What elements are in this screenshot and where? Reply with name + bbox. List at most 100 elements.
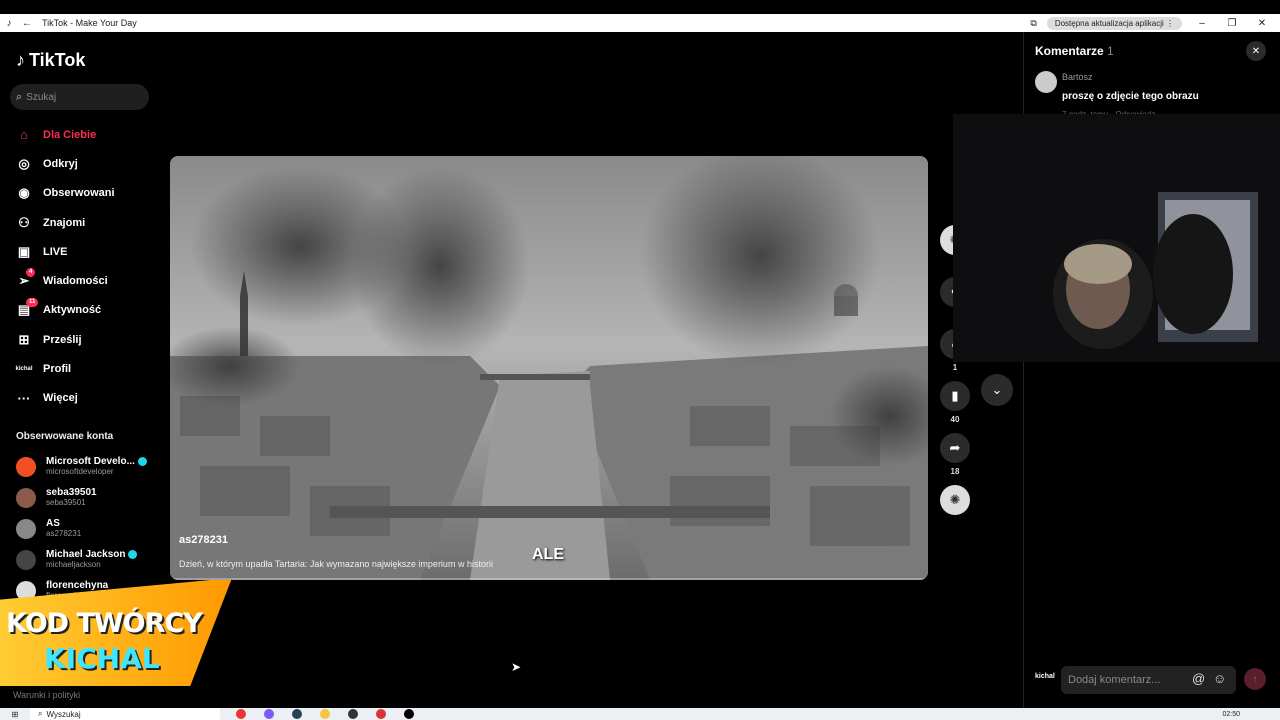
nav-item-2[interactable]: ◉ Obserwowani xyxy=(14,179,154,208)
comment-input[interactable] xyxy=(1061,666,1236,694)
creator-code-line1: KOD TWÓRCY xyxy=(6,608,203,639)
followed-account[interactable]: Michael Jackson michaeljackson xyxy=(16,544,156,575)
taskbar-search[interactable]: ⌕ Wyszukaj xyxy=(30,708,220,720)
followed-account[interactable]: seba39501 seba39501 xyxy=(16,483,156,514)
comments-title: Komentarze 1 xyxy=(1035,44,1114,58)
live-icon: ▣ xyxy=(17,243,31,259)
tiktok-taskbar-icon[interactable] xyxy=(404,709,414,719)
video-progress-bar[interactable] xyxy=(170,578,928,580)
comment-count: 1 xyxy=(952,363,958,372)
verified-badge-icon xyxy=(128,549,138,559)
account-names: Michael Jackson michaeljackson xyxy=(46,549,138,570)
close-comments-button[interactable]: ✕ xyxy=(1246,41,1266,61)
comments-count: 1 xyxy=(1107,44,1114,58)
menu-dots-icon: ⋮ xyxy=(1166,18,1174,28)
close-icon: ✕ xyxy=(1251,45,1261,57)
nav-item-8[interactable]: kichal Profil xyxy=(14,354,154,383)
nav-item-9[interactable]: ··· Więcej xyxy=(14,384,154,413)
nav-item-7[interactable]: ⊞ Prześlij xyxy=(14,325,154,354)
account-display-name: seba39501 xyxy=(46,488,97,498)
followed-account[interactable]: Microsoft Develo... microsoftdeveloper xyxy=(16,452,156,483)
discord-app-icon[interactable] xyxy=(264,709,274,719)
account-display-name-text: AS xyxy=(46,517,60,529)
terms-link[interactable]: Warunki i polityki xyxy=(13,690,80,700)
nav-item-label: Wiadomości xyxy=(43,275,108,288)
account-display-name: Microsoft Develo... xyxy=(46,457,147,467)
video-author[interactable]: as278231 xyxy=(179,534,228,546)
verified-badge-icon xyxy=(137,457,147,467)
account-display-name: Michael Jackson xyxy=(46,549,138,560)
nav-item-label: Aktywność xyxy=(43,304,102,317)
nav-item-1[interactable]: ◎ Odkryj xyxy=(14,149,154,178)
account-handle: microsoftdeveloper xyxy=(46,467,114,477)
nav-item-4[interactable]: ▣ LIVE xyxy=(14,237,154,266)
close-window-button[interactable]: ✕ xyxy=(1252,18,1272,29)
restore-button[interactable]: ❐ xyxy=(1222,18,1242,29)
video-player[interactable]: as278231 Dzień, w którym upadła Tartaria… xyxy=(170,156,928,580)
nav-item-label: LIVE xyxy=(43,245,68,258)
avatar xyxy=(16,518,36,539)
comment-author[interactable]: Bartosz xyxy=(1062,72,1093,82)
chrome-app-icon[interactable] xyxy=(236,709,246,719)
nav-item-label: Więcej xyxy=(43,392,78,405)
extensions-icon[interactable]: ⧉ xyxy=(1030,18,1036,29)
account-display-name-text: seba39501 xyxy=(46,487,97,499)
send-comment-button[interactable]: ↑ xyxy=(1244,668,1266,690)
app-icon[interactable] xyxy=(376,709,386,719)
account-handle: as278231 xyxy=(46,528,82,538)
share-count: 18 xyxy=(950,467,960,476)
video-subtitle: ALE xyxy=(532,546,564,563)
update-notice-button[interactable]: Dostępna aktualizacja aplikacji ⋮ xyxy=(1046,16,1182,30)
music-disc-icon: ✺ xyxy=(940,485,970,515)
steam-app-icon[interactable] xyxy=(292,709,302,719)
update-notice-label: Dostępna aktualizacja aplikacji xyxy=(1054,18,1164,28)
tiktok-note-icon: ♪ xyxy=(16,50,25,70)
nav-item-label: Prześlij xyxy=(43,333,82,346)
windows-start-icon[interactable]: ⊞ xyxy=(0,710,30,719)
bookmark-button[interactable]: ▮ 40 xyxy=(939,381,971,424)
mouse-cursor-icon: ➤ xyxy=(511,660,522,674)
next-video-button[interactable]: ⌄ xyxy=(981,374,1013,406)
account-display-name-text: Microsoft Develo... xyxy=(46,456,135,468)
search-box[interactable]: ⌕ Szukaj xyxy=(10,84,149,110)
chevron-down-icon: ⌄ xyxy=(991,382,1003,397)
more-icon: ··· xyxy=(17,390,31,406)
taskbar-apps xyxy=(236,709,414,719)
home-icon: ⌂ xyxy=(20,127,28,143)
music-disc-button[interactable]: ✺ xyxy=(939,485,971,515)
comments-title-text: Komentarze xyxy=(1035,44,1104,58)
search-icon: ⌕ xyxy=(38,709,43,718)
upload-icon: ⊞ xyxy=(18,331,30,347)
taskbar-clock: 02:50 xyxy=(1222,710,1240,718)
share-button[interactable]: ➦ 18 xyxy=(939,433,971,476)
avatar[interactable] xyxy=(1035,71,1057,93)
creator-code-line2: KICHAL xyxy=(44,642,160,675)
account-names: AS as278231 xyxy=(46,517,82,539)
send-arrow-icon: ↑ xyxy=(1252,673,1258,685)
nav-item-label: Dla Ciebie xyxy=(43,128,97,141)
bookmark-count: 40 xyxy=(950,415,960,424)
nav-item-5[interactable]: ➢ 4 Wiadomości xyxy=(14,266,154,295)
bookmark-icon: ▮ xyxy=(940,381,970,411)
video-description: Dzień, w którym upadła Tartaria: Jak wym… xyxy=(179,559,493,569)
folder-app-icon[interactable] xyxy=(320,709,330,719)
nav-item-0[interactable]: ⌂ Dla Ciebie xyxy=(14,120,154,149)
nav-item-label: Odkryj xyxy=(43,157,78,170)
mention-icon[interactable]: @ xyxy=(1192,671,1205,686)
obs-app-icon[interactable] xyxy=(348,709,358,719)
brand-name: TikTok xyxy=(29,50,86,70)
nav-item-6[interactable]: ▤ 11 Aktywność xyxy=(14,296,154,325)
avatar xyxy=(16,457,36,478)
profile-icon: kichal xyxy=(15,366,33,373)
avatar xyxy=(16,488,36,509)
window-titlebar-inner: ♪ ← TikTok - Make Your Day ⧉ Dostępna ak… xyxy=(0,14,1280,32)
tiktok-logo[interactable]: ♪ TikTok xyxy=(16,50,85,71)
nav-item-3[interactable]: ⚇ Znajomi xyxy=(14,208,154,237)
emoji-icon[interactable]: ☺ xyxy=(1213,671,1226,686)
minimize-button[interactable]: – xyxy=(1192,18,1212,29)
windows-taskbar: ⊞ ⌕ Wyszukaj 02:50 xyxy=(0,708,1280,720)
back-icon[interactable]: ← xyxy=(18,14,36,32)
comment-text: proszę o zdjęcie tego obrazu xyxy=(1062,91,1199,102)
share-icon: ➦ xyxy=(940,433,970,463)
followed-account[interactable]: AS as278231 xyxy=(16,514,156,545)
